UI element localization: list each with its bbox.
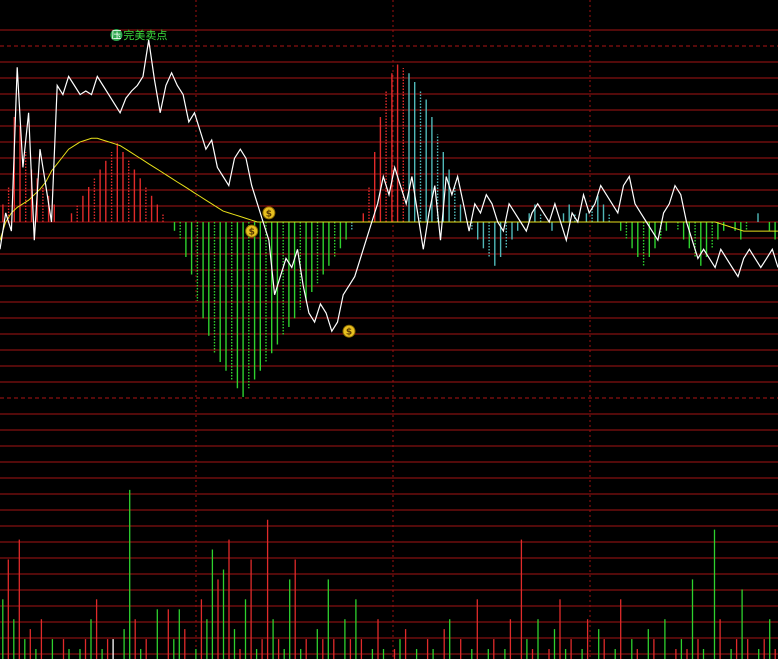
signal-label: 完美卖点 <box>123 28 167 42</box>
histogram-bars <box>2 64 776 397</box>
money-bag-icon: $ <box>342 324 356 338</box>
money-bag-icon: $ <box>245 224 259 238</box>
money-bag-icon: $ <box>262 206 276 220</box>
money-bag-glyph: $ <box>249 228 255 238</box>
sell-signal-annotation: 压 完美卖点 <box>110 28 167 42</box>
money-bag-glyph: $ <box>266 209 272 219</box>
signal-badge-text: 压 <box>111 30 121 42</box>
indicator-chart: $ $ $ 压 完美卖点 <box>0 0 778 659</box>
upper-panel: $ $ $ 压 完美卖点 <box>0 28 778 397</box>
grid-lines <box>0 0 778 659</box>
money-bag-glyph: $ <box>346 328 352 338</box>
